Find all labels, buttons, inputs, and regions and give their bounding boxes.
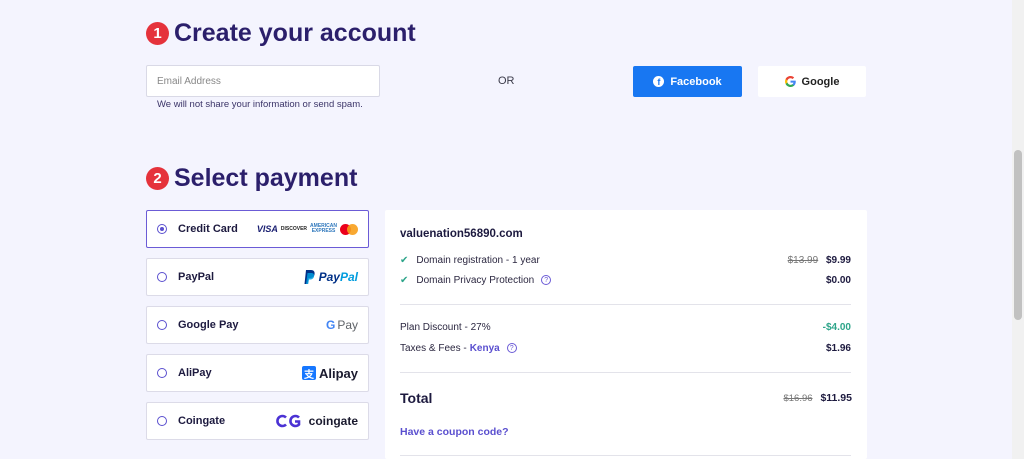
radio-google-pay[interactable] <box>157 320 167 330</box>
payment-option-google-pay[interactable]: Google Pay G Pay <box>146 306 369 344</box>
item-price: $9.99 <box>825 254 851 266</box>
item-price-group: $13.99 $9.99 <box>788 255 851 266</box>
paypal-logo: Pay Pal <box>304 259 358 295</box>
payment-option-credit-card[interactable]: Credit Card VISA DISCOVER AMERICAN EXPRE… <box>146 210 369 248</box>
radio-paypal[interactable] <box>157 272 167 282</box>
domain-name: valuenation56890.com <box>400 228 523 240</box>
coupon-link[interactable]: Have a coupon code? <box>400 426 509 438</box>
gpay-text: Pay <box>337 318 358 332</box>
summary-row-taxes: Taxes & Fees - Kenya ? $1.96 <box>400 341 851 355</box>
create-account-heading: 1 Create your account <box>146 19 416 48</box>
facebook-signup-button[interactable]: f Facebook <box>633 66 742 97</box>
radio-coingate[interactable] <box>157 416 167 426</box>
coingate-text: coingate <box>308 414 358 428</box>
payment-label: PayPal <box>178 271 215 283</box>
alipay-icon: 支 <box>301 366 316 381</box>
help-icon[interactable]: ? <box>506 343 517 353</box>
create-account-title: Create your account <box>174 19 416 47</box>
payment-label: Coingate <box>178 415 226 427</box>
or-separator: OR <box>498 75 515 87</box>
payment-option-coingate[interactable]: Coingate coingate <box>146 402 369 440</box>
check-icon: ✔ <box>400 274 409 286</box>
discover-logo: DISCOVER <box>280 226 308 232</box>
summary-row-discount: Plan Discount - 27% -$4.00 <box>400 320 851 334</box>
order-summary: valuenation56890.com ✔ Domain registrati… <box>385 210 867 459</box>
facebook-button-label: Facebook <box>670 75 722 88</box>
discount-label: Plan Discount - 27% <box>400 321 491 333</box>
paypal-text-2: Pal <box>339 270 358 284</box>
coingate-logo: coingate <box>275 403 358 439</box>
divider <box>400 304 851 305</box>
google-g-icon: G <box>325 318 336 332</box>
amex-logo: AMERICAN EXPRESS <box>310 224 337 234</box>
item-label: Domain Privacy Protection <box>416 274 535 286</box>
card-logos: VISA DISCOVER AMERICAN EXPRESS <box>257 211 358 247</box>
google-icon <box>784 76 796 87</box>
total-value: $11.95 <box>820 392 852 404</box>
total-old-price: $16.96 <box>783 393 813 404</box>
amex-line-2: EXPRESS <box>311 228 336 234</box>
payment-label: AliPay <box>178 367 212 379</box>
radio-credit-card[interactable] <box>157 224 167 234</box>
check-icon: ✔ <box>400 254 409 266</box>
discount-value: -$4.00 <box>822 321 851 333</box>
step-2-badge: 2 <box>146 167 169 190</box>
divider <box>400 455 851 456</box>
total-price-group: $16.96 $11.95 <box>783 392 852 404</box>
radio-alipay[interactable] <box>157 368 167 378</box>
coingate-icon <box>275 414 300 428</box>
visa-logo: VISA <box>256 224 278 234</box>
payment-label: Credit Card <box>178 223 238 235</box>
payment-option-paypal[interactable]: PayPal Pay Pal <box>146 258 369 296</box>
page-scrollbar[interactable] <box>1012 0 1024 459</box>
total-label: Total <box>400 390 433 406</box>
step-1-badge: 1 <box>146 22 169 45</box>
taxes-value: $1.96 <box>825 342 851 354</box>
google-pay-logo: G Pay <box>326 307 358 343</box>
google-signup-button[interactable]: Google <box>758 66 866 97</box>
scrollbar-thumb[interactable] <box>1014 150 1022 320</box>
select-payment-heading: 2 Select payment <box>146 164 357 193</box>
summary-row-privacy: ✔ Domain Privacy Protection ? $0.00 <box>400 273 851 287</box>
google-button-label: Google <box>801 75 840 88</box>
mastercard-icon <box>340 223 358 235</box>
summary-row-domain-registration: ✔ Domain registration - 1 year $13.99 $9… <box>400 253 851 267</box>
email-input[interactable] <box>146 65 380 97</box>
payment-option-alipay[interactable]: AliPay 支 Alipay <box>146 354 369 392</box>
old-price: $13.99 <box>787 254 819 266</box>
facebook-icon: f <box>653 76 665 87</box>
taxes-country[interactable]: Kenya <box>470 343 500 354</box>
payment-label: Google Pay <box>178 319 239 331</box>
paypal-icon <box>304 270 315 284</box>
item-label: Domain registration - 1 year <box>416 254 540 266</box>
taxes-label: Taxes & Fees - <box>400 342 467 354</box>
item-price: $0.00 <box>825 274 851 286</box>
paypal-text-1: Pay <box>318 270 340 284</box>
alipay-text: Alipay <box>318 365 358 381</box>
alipay-logo: 支 Alipay <box>301 355 358 391</box>
email-hint: We will not share your information or se… <box>157 99 363 110</box>
help-icon[interactable]: ? <box>541 275 552 285</box>
divider <box>400 372 851 373</box>
select-payment-title: Select payment <box>174 164 358 192</box>
